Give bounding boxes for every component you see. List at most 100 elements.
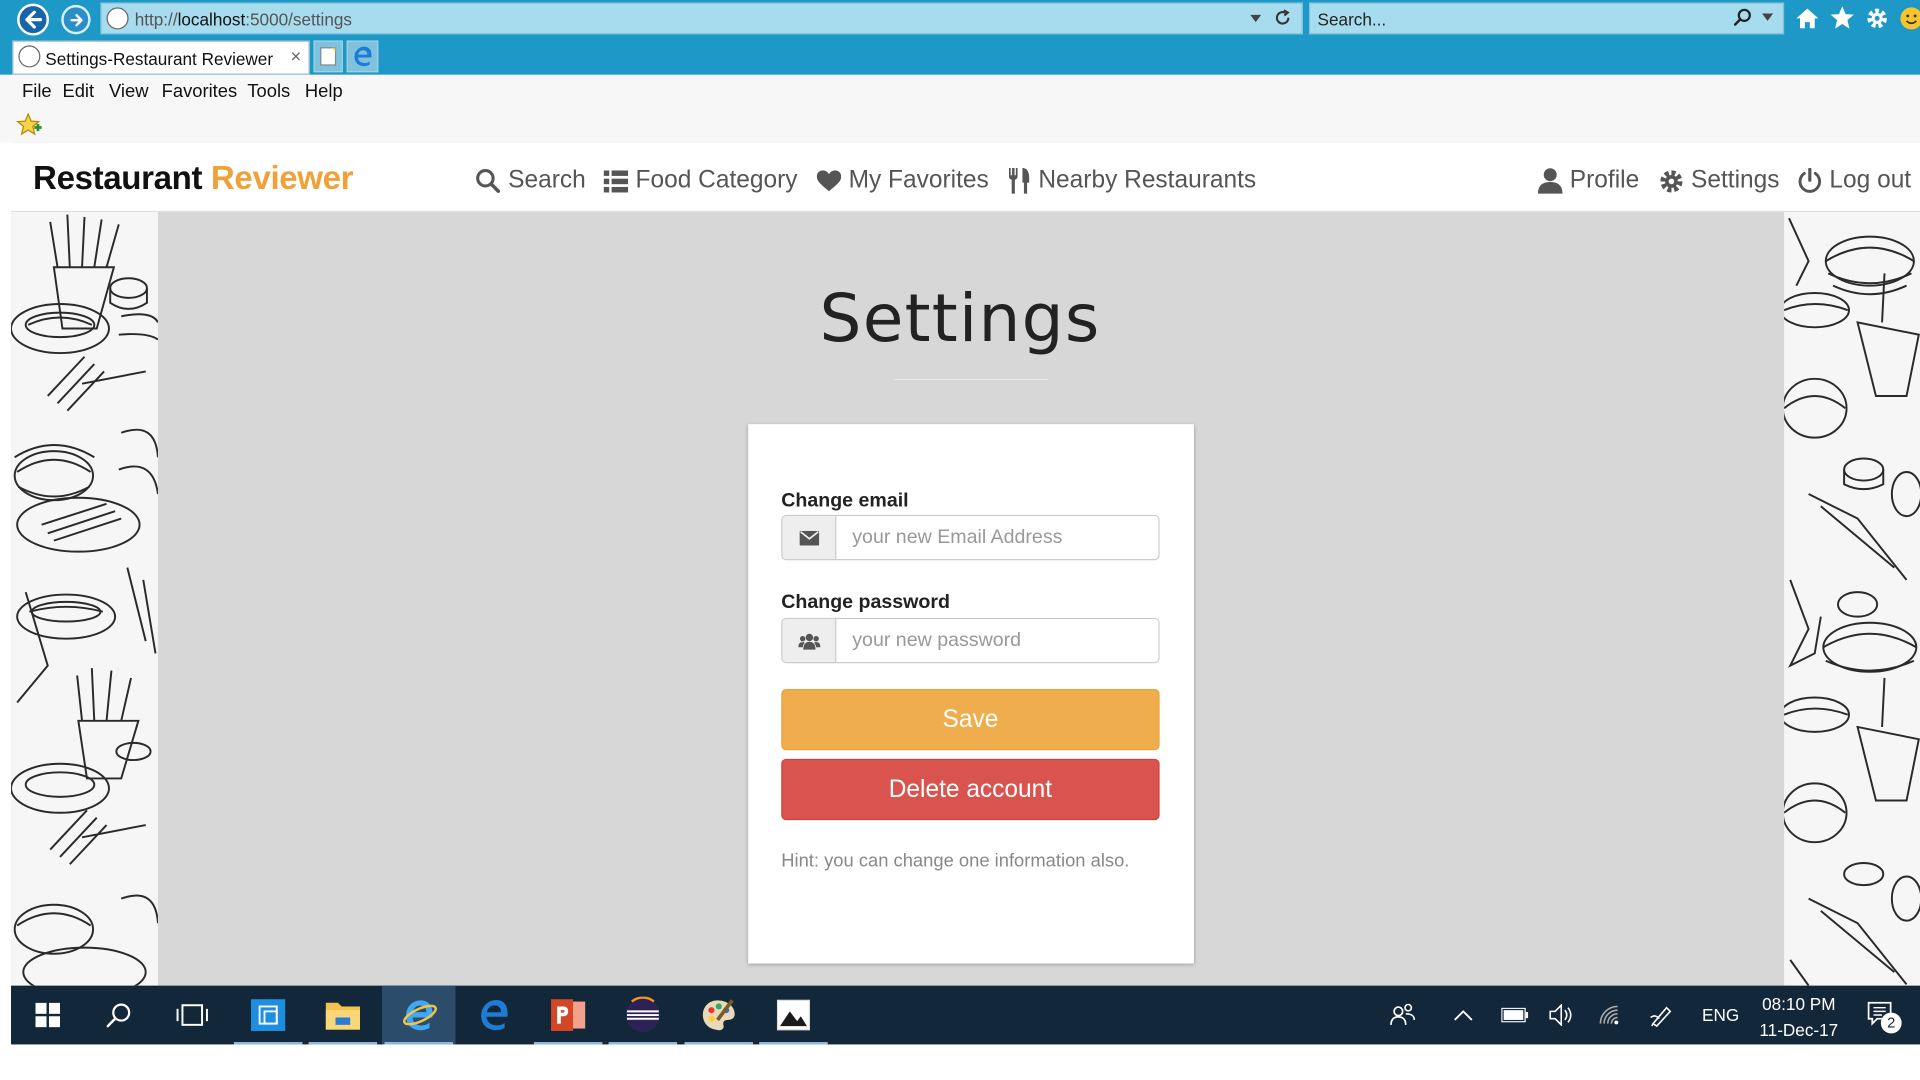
edge-logo-icon xyxy=(354,46,372,67)
task-view-icon xyxy=(176,1004,208,1026)
search-icon xyxy=(106,1003,131,1028)
internet-explorer-icon xyxy=(403,1000,437,1031)
photos-icon xyxy=(776,999,811,1031)
store-app-icon xyxy=(251,999,286,1031)
address-url[interactable]: http://localhost:5000/settings xyxy=(135,10,352,30)
home-icon[interactable] xyxy=(1795,6,1819,31)
speaker-icon xyxy=(1549,1004,1572,1027)
menu-view[interactable]: View xyxy=(109,81,148,102)
windows-taskbar: ENG 08:10 PM 11-Dec-17 2 xyxy=(11,985,1920,1045)
tray-show-hidden-icons[interactable] xyxy=(1453,986,1473,1045)
change-email-label: Change email xyxy=(781,490,909,512)
web-page: Restaurant Reviewer Search Food Category… xyxy=(11,142,1920,986)
browser-menu-bar: File Edit View Favorites Tools Help xyxy=(0,74,1920,108)
app-navbar: Restaurant Reviewer Search Food Category… xyxy=(11,142,1920,213)
cutlery-icon xyxy=(1008,167,1030,194)
chevron-up-icon xyxy=(1454,1010,1473,1021)
taskbar-internet-explorer[interactable] xyxy=(382,985,456,1045)
wifi-icon xyxy=(1599,1005,1619,1025)
settings-form-card: Change email Change password Save Delete… xyxy=(748,424,1194,964)
nav-nearby-restaurants[interactable]: Nearby Restaurants xyxy=(1008,167,1256,195)
power-icon xyxy=(1798,167,1822,193)
search-icon xyxy=(476,168,501,193)
menu-tools[interactable]: Tools xyxy=(247,81,290,102)
title-divider xyxy=(893,378,1049,381)
add-to-favorites-bar-icon[interactable] xyxy=(16,112,43,138)
action-center-button[interactable]: 2 xyxy=(1866,986,1902,1045)
browser-search-box[interactable]: Search... xyxy=(1308,2,1785,35)
tray-wifi-icon[interactable] xyxy=(1598,986,1622,1045)
screen-bottom-margin xyxy=(0,1044,1920,1080)
notification-count-badge: 2 xyxy=(1880,1012,1902,1034)
taskbar-powerpoint[interactable] xyxy=(531,986,604,1045)
gear-icon xyxy=(1660,169,1683,192)
refresh-icon[interactable] xyxy=(1273,9,1291,27)
taskbar-edge[interactable] xyxy=(457,986,530,1045)
tab-favicon-icon xyxy=(18,45,41,68)
menu-file[interactable]: File xyxy=(22,81,52,102)
tray-volume-icon[interactable] xyxy=(1549,986,1573,1045)
tray-language[interactable]: ENG xyxy=(1702,986,1739,1045)
taskbar-store-app[interactable] xyxy=(231,986,304,1045)
taskbar-eclipse[interactable] xyxy=(606,986,679,1045)
taskbar-clock[interactable]: 08:10 PM 11-Dec-17 xyxy=(1747,992,1850,1043)
tab-settings-restaurant-reviewer[interactable]: Settings-Restaurant Reviewer × xyxy=(12,40,310,75)
menu-edit[interactable]: Edit xyxy=(62,81,94,102)
delete-account-button[interactable]: Delete account xyxy=(781,758,1160,821)
pen-workspace-icon xyxy=(1650,1006,1672,1028)
user-icon xyxy=(1537,168,1563,194)
users-icon xyxy=(797,633,820,650)
nav-search[interactable]: Search xyxy=(475,167,586,195)
dropdown-arrow-icon[interactable] xyxy=(1250,14,1262,22)
password-input[interactable] xyxy=(837,619,1159,662)
windows-logo-icon xyxy=(35,1002,61,1028)
list-icon xyxy=(603,169,629,192)
nav-settings[interactable]: Settings xyxy=(1659,167,1780,195)
nav-log-out[interactable]: Log out xyxy=(1798,167,1911,195)
favorites-star-icon[interactable] xyxy=(1829,5,1855,31)
taskbar-paint[interactable] xyxy=(682,986,755,1045)
open-in-edge-button[interactable] xyxy=(346,40,379,73)
email-input-group xyxy=(781,514,1160,561)
clock-date: 11-Dec-17 xyxy=(1759,1019,1839,1040)
taskbar-photos[interactable] xyxy=(757,986,830,1045)
tray-battery-icon[interactable] xyxy=(1501,986,1529,1045)
taskbar-search-button[interactable] xyxy=(82,986,155,1045)
new-tab-button[interactable] xyxy=(313,40,343,73)
arrow-left-icon xyxy=(25,10,43,29)
tab-title: Settings-Restaurant Reviewer xyxy=(45,49,274,69)
powerpoint-icon xyxy=(551,999,586,1031)
tray-pen-icon[interactable] xyxy=(1649,986,1673,1045)
menu-help[interactable]: Help xyxy=(305,81,343,102)
taskbar-file-explorer[interactable] xyxy=(306,986,379,1045)
search-dropdown-icon[interactable] xyxy=(1762,13,1774,21)
back-button[interactable] xyxy=(17,3,49,36)
brand-logo[interactable]: Restaurant Reviewer xyxy=(33,159,353,197)
search-icon[interactable] xyxy=(1733,7,1753,27)
eclipse-icon xyxy=(625,996,661,1033)
favorites-bar xyxy=(0,107,1920,143)
smiley-feedback-icon[interactable] xyxy=(1899,6,1920,31)
gear-icon[interactable] xyxy=(1865,6,1889,31)
clock-time: 08:10 PM xyxy=(1762,994,1836,1014)
new-tab-icon xyxy=(320,47,337,66)
nav-my-favorites[interactable]: My Favorites xyxy=(816,167,989,195)
save-button[interactable]: Save xyxy=(781,688,1160,751)
start-button[interactable] xyxy=(11,986,84,1045)
hint-text: Hint: you can change one information als… xyxy=(781,850,1130,872)
menu-favorites[interactable]: Favorites xyxy=(162,81,238,102)
heart-icon xyxy=(816,169,842,191)
nav-profile[interactable]: Profile xyxy=(1537,167,1639,195)
page-title: Settings xyxy=(819,279,1101,357)
tab-close-icon[interactable]: × xyxy=(290,47,301,68)
edge-icon xyxy=(481,999,508,1031)
email-input[interactable] xyxy=(837,516,1159,560)
address-bar[interactable]: http://localhost:5000/settings xyxy=(100,2,1303,35)
battery-icon xyxy=(1501,1007,1529,1023)
password-input-group xyxy=(781,617,1160,664)
task-view-button[interactable] xyxy=(156,986,229,1045)
browser-search-placeholder[interactable]: Search... xyxy=(1318,10,1387,30)
forward-button[interactable] xyxy=(61,4,91,35)
tray-people-icon[interactable] xyxy=(1390,986,1417,1045)
nav-food-category[interactable]: Food Category xyxy=(603,167,798,195)
